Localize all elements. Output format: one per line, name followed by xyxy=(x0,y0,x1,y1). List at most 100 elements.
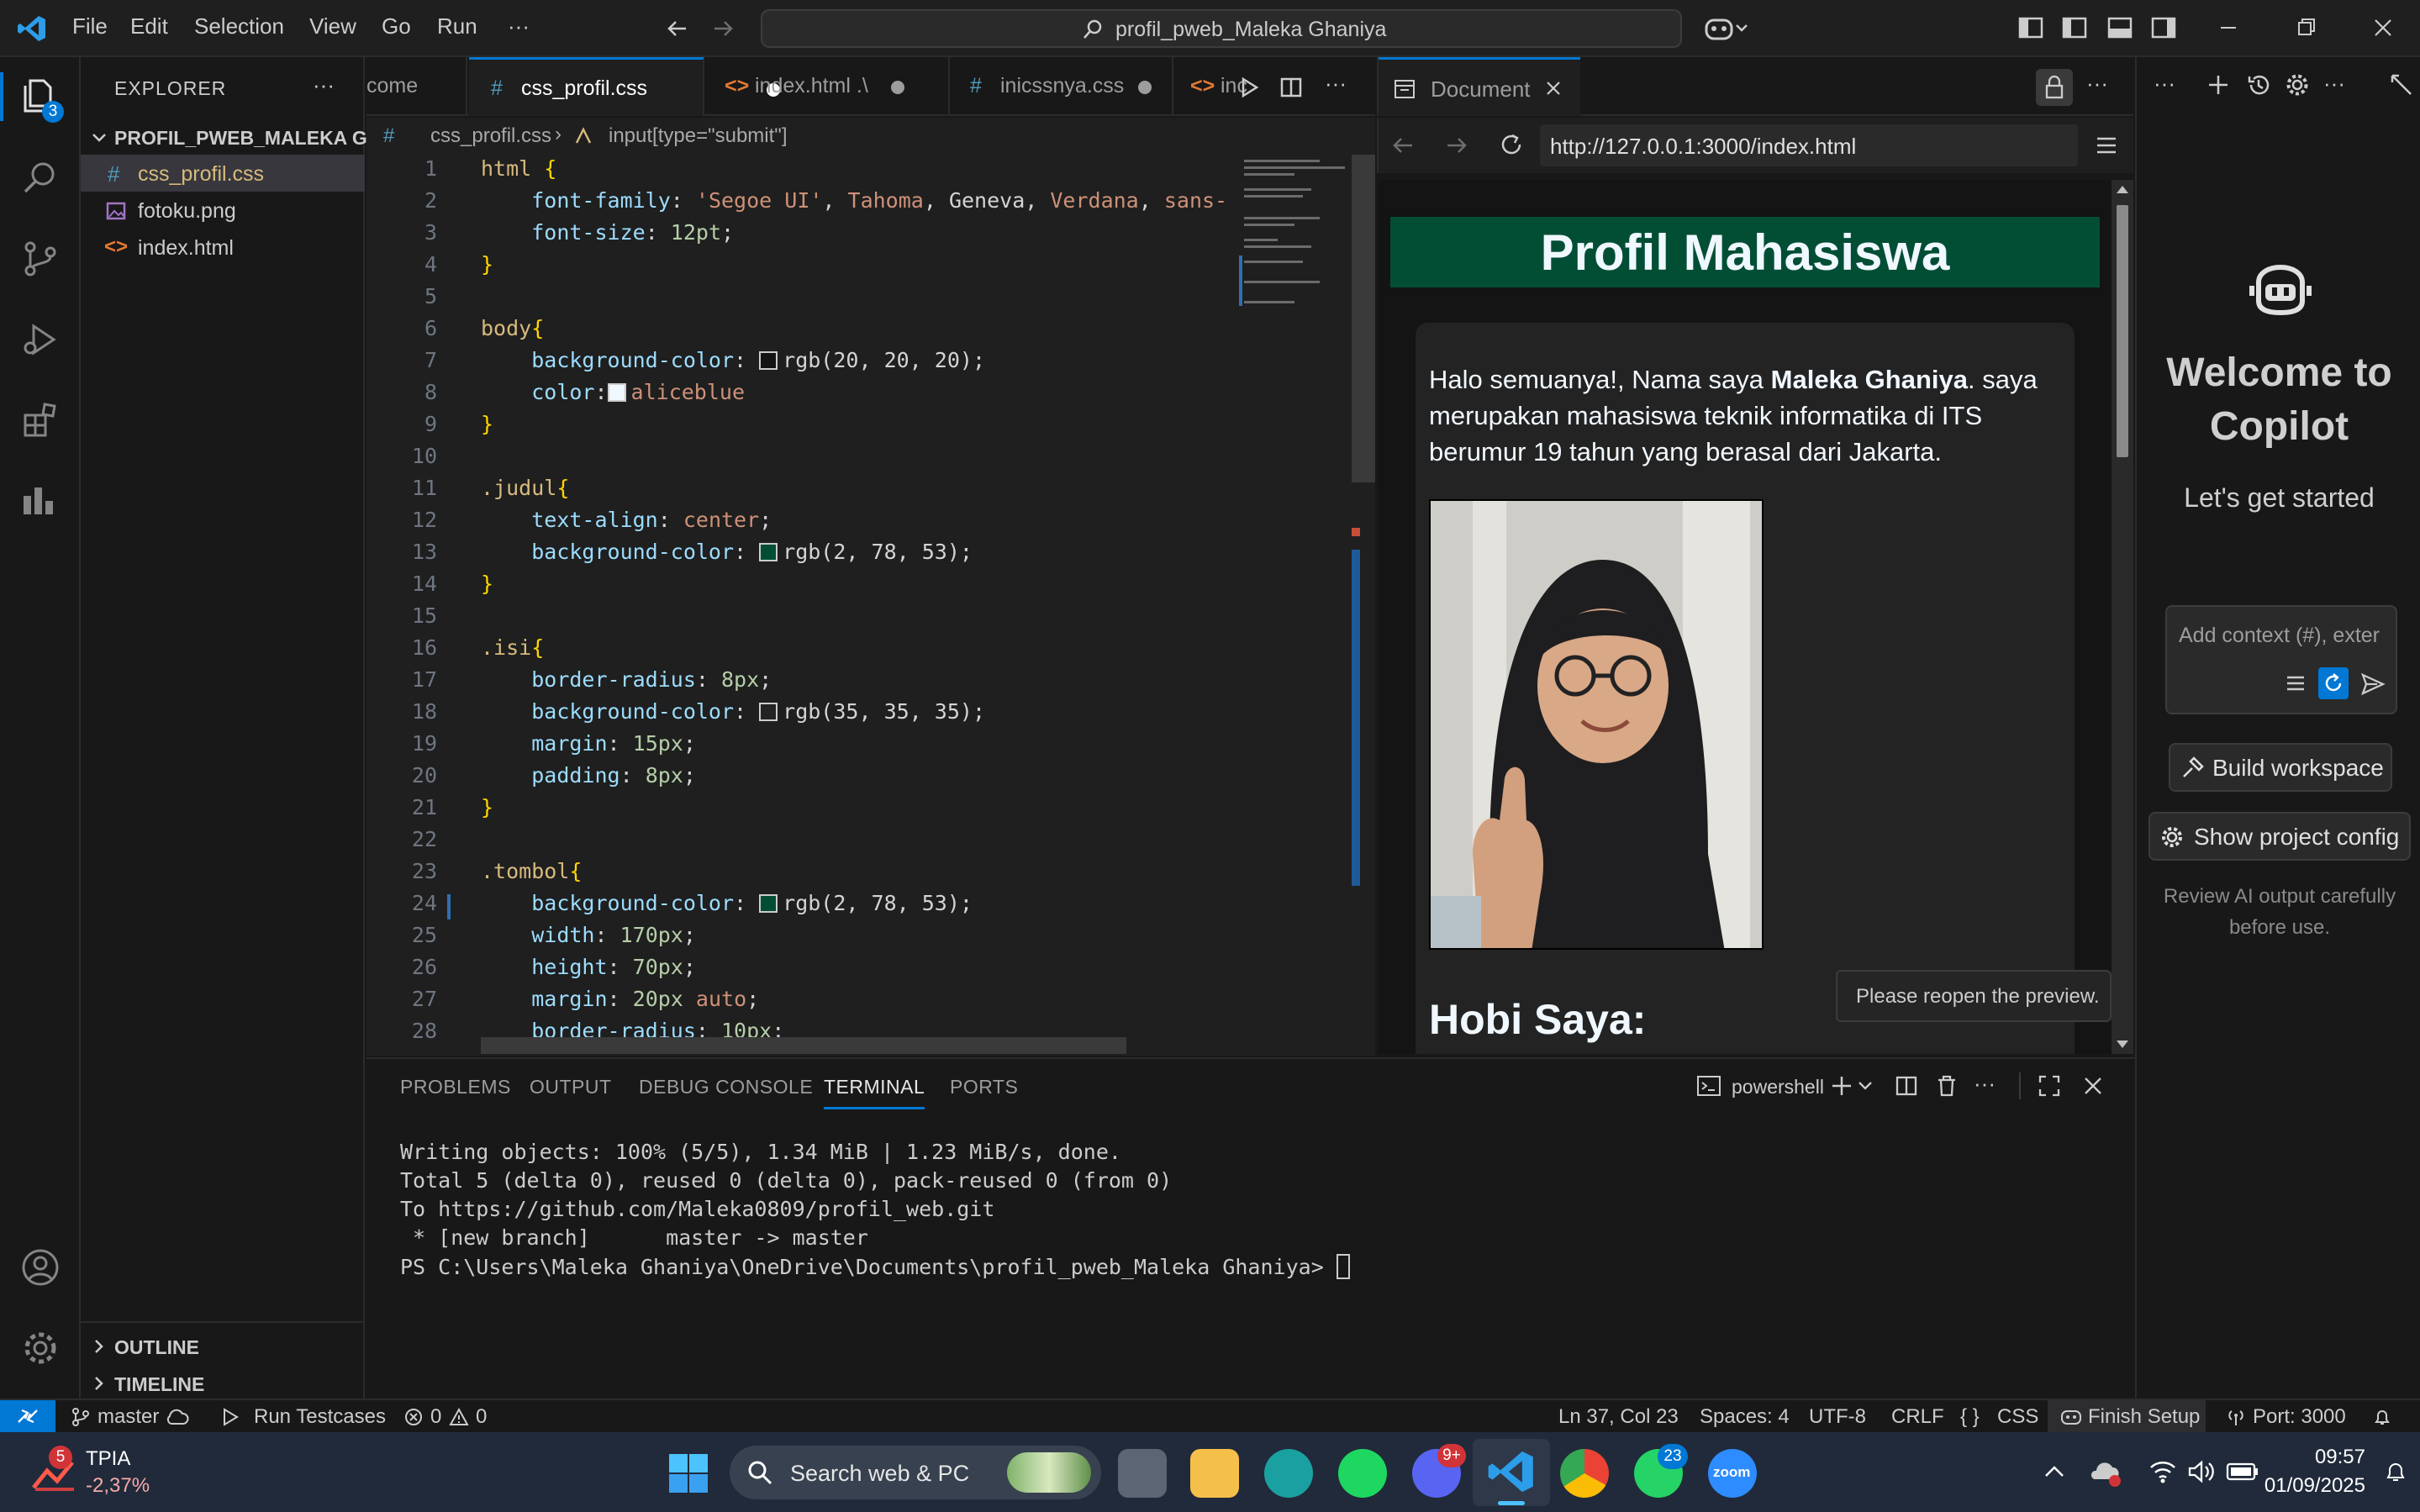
tab-ports[interactable]: PORTS xyxy=(950,1076,1018,1098)
tab-terminal[interactable]: TERMINAL xyxy=(824,1076,925,1109)
scroll-down-icon[interactable] xyxy=(2115,1039,2130,1051)
onedrive-error-icon[interactable] xyxy=(2090,1457,2123,1488)
chevron-up-icon[interactable] xyxy=(2043,1461,2066,1481)
notification-bell-icon[interactable] xyxy=(2384,1461,2407,1484)
horizontal-scrollbar-thumb[interactable] xyxy=(481,1037,1126,1054)
scroll-up-icon[interactable] xyxy=(2115,183,2130,195)
port-indicator[interactable]: Port: 3000 xyxy=(2253,1405,2346,1429)
run-testcases[interactable]: Run Testcases xyxy=(254,1405,386,1429)
split-terminal-icon[interactable] xyxy=(1895,1074,1918,1098)
sync-cloud-icon[interactable] xyxy=(165,1407,190,1427)
edge-browser-icon[interactable] xyxy=(1264,1449,1313,1498)
file-item-html[interactable]: <> index.html xyxy=(81,229,365,266)
preview-content[interactable]: Profil Mahasiswa Halo semuanya!, Nama sa… xyxy=(1379,180,2112,1054)
chrome-icon[interactable] xyxy=(1560,1449,1609,1498)
menu-selection[interactable]: Selection xyxy=(194,13,284,40)
run-debug-icon[interactable] xyxy=(20,319,61,360)
vscode-taskbar-active[interactable] xyxy=(1473,1439,1550,1506)
branch-name[interactable]: master xyxy=(98,1405,159,1429)
forward-arrow-icon[interactable] xyxy=(1444,133,1469,158)
editor-scrollbar-thumb[interactable] xyxy=(1352,155,1375,482)
copilot-settings-icon[interactable] xyxy=(2285,72,2310,97)
menu-run[interactable]: Run xyxy=(437,13,477,40)
reload-icon[interactable] xyxy=(1498,131,1525,158)
restore-icon[interactable] xyxy=(2293,15,2318,40)
outline-section[interactable]: OUTLINE xyxy=(81,1330,365,1363)
color-swatch[interactable] xyxy=(759,703,778,721)
encoding[interactable]: UTF-8 xyxy=(1809,1405,1866,1429)
error-count[interactable]: 0 xyxy=(430,1405,441,1429)
maximize-panel-icon[interactable] xyxy=(2389,72,2414,97)
toggle-sidebar-icon[interactable] xyxy=(2061,15,2088,40)
color-swatch[interactable] xyxy=(759,543,778,561)
bell-icon[interactable] xyxy=(2372,1407,2392,1427)
copilot-overflow-icon[interactable]: ··· xyxy=(2323,71,2345,97)
search-activity-icon[interactable] xyxy=(20,158,61,198)
context-list-icon[interactable] xyxy=(2285,672,2307,694)
spotify-icon[interactable] xyxy=(1338,1449,1387,1498)
minimap[interactable] xyxy=(1239,155,1355,323)
toggle-panel-icon[interactable] xyxy=(2106,15,2133,40)
extensions-icon[interactable] xyxy=(20,400,61,440)
tab-document[interactable]: Document xyxy=(1379,57,1580,116)
trash-icon[interactable] xyxy=(1935,1074,1959,1098)
tab-inicssnya[interactable]: # inicssnya.css xyxy=(952,57,1173,116)
forward-arrow-icon[interactable] xyxy=(711,17,735,40)
layout-customize-icon[interactable] xyxy=(2017,15,2044,40)
copilot-more-icon[interactable]: ··· xyxy=(2154,71,2175,97)
menu-edit[interactable]: Edit xyxy=(130,13,168,40)
cursor-position[interactable]: Ln 37, Col 23 xyxy=(1558,1405,1679,1429)
folder-header[interactable]: PROFIL_PWEB_MALEKA G... xyxy=(81,119,383,156)
tab-index-html[interactable]: <> index.html .\ xyxy=(706,57,950,116)
run-play-icon[interactable] xyxy=(1237,76,1261,99)
remote-indicator[interactable] xyxy=(0,1400,55,1434)
chart-extension-icon[interactable] xyxy=(20,481,61,521)
agent-mode-icon[interactable] xyxy=(2318,667,2349,699)
menu-go[interactable]: Go xyxy=(382,13,411,40)
settings-gear-icon[interactable] xyxy=(20,1328,61,1368)
build-workspace-button[interactable]: Build workspace xyxy=(2169,743,2392,792)
breadcrumb-file[interactable]: css_profil.css xyxy=(430,124,551,148)
battery-icon[interactable] xyxy=(2226,1461,2259,1483)
file-explorer-icon[interactable] xyxy=(1190,1449,1239,1498)
code-editor[interactable]: 1 2 3 4 5 6 7 8 9 10 11 12 13 14 15 16 17 18 19 20 21 22 23 24 2… xyxy=(366,155,1375,1056)
lock-group-icon[interactable] xyxy=(2036,69,2073,106)
breadcrumb-symbol[interactable]: input[type="submit"] xyxy=(609,124,787,148)
taskbar-search[interactable]: Search web & PC xyxy=(730,1446,1101,1499)
explorer-more-icon[interactable]: ··· xyxy=(313,72,335,98)
close-window-icon[interactable] xyxy=(2370,15,2396,40)
show-project-config-button[interactable]: Show project config xyxy=(2148,812,2411,861)
account-icon[interactable] xyxy=(20,1247,61,1288)
windows-start-icon[interactable] xyxy=(667,1452,709,1494)
terminal-more-icon[interactable]: ··· xyxy=(1974,1071,1996,1097)
tab-output[interactable]: OUTPUT xyxy=(530,1076,612,1098)
close-tab-icon[interactable] xyxy=(1543,78,1563,98)
clock-date[interactable]: 01/09/2025 xyxy=(2261,1474,2365,1498)
color-swatch[interactable] xyxy=(607,383,626,402)
file-item-png[interactable]: fotoku.png xyxy=(81,192,365,229)
split-editor-icon[interactable] xyxy=(1279,76,1303,99)
tab-css-profil[interactable]: # css_profil.css xyxy=(469,57,780,116)
toggle-secondary-sidebar-icon[interactable] xyxy=(2150,15,2177,40)
new-terminal-icon[interactable] xyxy=(1831,1074,1878,1098)
terminal-prompt[interactable]: PS C:\Users\Maleka Ghaniya\OneDrive\Docu… xyxy=(400,1254,1350,1279)
finish-setup-button[interactable]: Finish Setup xyxy=(2048,1400,2206,1434)
tab-debug-console[interactable]: DEBUG CONSOLE xyxy=(639,1076,813,1098)
editor-more-icon[interactable]: ··· xyxy=(1325,71,1347,97)
preview-more-icon[interactable]: ··· xyxy=(2086,71,2108,97)
command-center-search[interactable]: profil_pweb_Maleka Ghaniya xyxy=(761,9,1682,48)
preview-menu-icon[interactable] xyxy=(2095,134,2118,156)
warning-count[interactable]: 0 xyxy=(476,1405,487,1429)
back-arrow-icon[interactable] xyxy=(666,17,689,40)
file-item-css[interactable]: # css_profil.css xyxy=(81,155,365,192)
scrollbar-thumb[interactable] xyxy=(2117,205,2128,457)
line-ending[interactable]: CRLF xyxy=(1891,1405,1944,1429)
clock-time[interactable]: 09:57 xyxy=(2281,1446,2365,1469)
volume-icon[interactable] xyxy=(2187,1459,2216,1484)
zoom-icon[interactable]: zoom xyxy=(1708,1449,1757,1498)
tab-welcome[interactable]: come xyxy=(366,57,467,116)
task-view-icon[interactable] xyxy=(1118,1449,1167,1498)
language-mode[interactable]: CSS xyxy=(1997,1405,2038,1429)
shell-name[interactable]: powershell xyxy=(1732,1076,1824,1098)
copilot-icon[interactable] xyxy=(1703,13,1748,44)
